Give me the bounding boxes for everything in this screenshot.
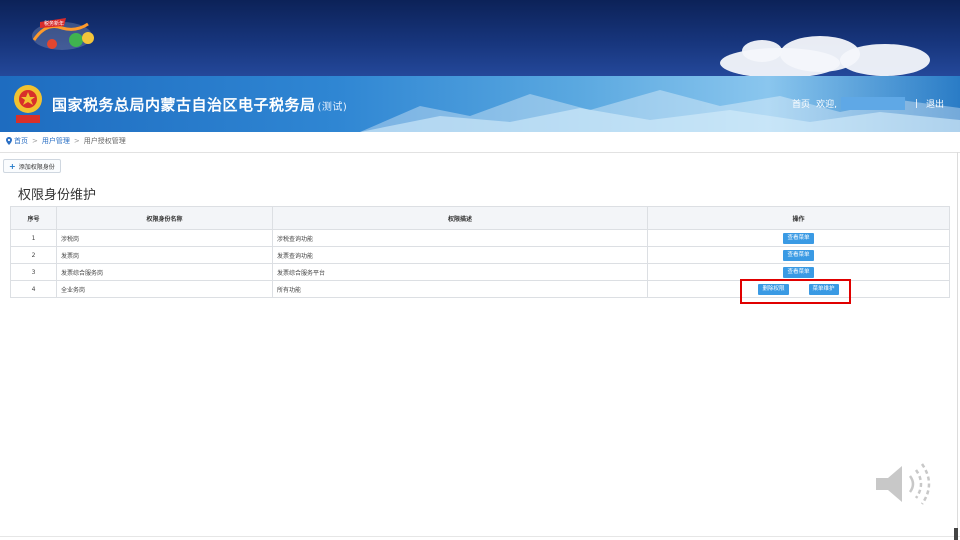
view-menu-button[interactable]: 查看菜单 [783, 232, 814, 244]
welcome-text: 欢迎, [816, 100, 837, 110]
row-desc: 发票查询功能 [272, 246, 648, 264]
row-name: 涉税岗 [56, 229, 273, 247]
row-no: 4 [10, 280, 57, 298]
role-table: 序号 权限身份名称 权限描述 操作 1 涉税岗 涉税查询功能 查看菜单 2 发票… [10, 206, 950, 298]
table-header-row: 序号 权限身份名称 权限描述 操作 [10, 206, 950, 230]
content-border [957, 152, 958, 536]
logout-link[interactable]: 退出 [926, 97, 944, 110]
user-area: 首页 欢迎, | 退出 [792, 97, 944, 110]
view-menu-button[interactable]: 查看菜单 [783, 249, 814, 261]
delete-permission-button[interactable]: 删除权限 [758, 283, 789, 295]
breadcrumb-current: 用户授权管理 [83, 137, 126, 145]
row-name: 发票岗 [56, 246, 273, 264]
row-action-cell: 删除权限 菜单维护 [647, 280, 950, 298]
site-title-suffix: (测试) [317, 102, 348, 113]
row-desc: 涉税查询功能 [272, 229, 648, 247]
row-no: 2 [10, 246, 57, 264]
table-row: 3 发票综合服务岗 发票综合服务平台 查看菜单 [10, 263, 950, 281]
scrollbar-thumb[interactable] [954, 528, 958, 540]
row-no: 1 [10, 229, 57, 247]
action-pair: 删除权限 菜单维护 [758, 283, 839, 295]
add-role-button[interactable]: + 添加权限身份 [3, 159, 61, 173]
speaker-icon[interactable] [872, 456, 936, 512]
row-desc: 发票综合服务平台 [272, 263, 648, 281]
row-action-cell: 查看菜单 [647, 229, 950, 247]
top-banner: 税务新年 [0, 0, 960, 78]
separator: | [914, 98, 918, 109]
tax-emblem-icon [14, 85, 42, 123]
breadcrumb-sep: > [32, 137, 38, 145]
view-menu-button[interactable]: 查看菜单 [783, 266, 814, 278]
section-title: 权限身份维护 [18, 188, 97, 203]
festival-logo-icon: 税务新年 [32, 18, 94, 50]
row-name: 发票综合服务岗 [56, 263, 273, 281]
row-action-cell: 查看菜单 [647, 263, 950, 281]
header-name: 权限身份名称 [56, 206, 273, 230]
table-row: 4 全业务岗 所有功能 删除权限 菜单维护 [10, 280, 950, 298]
breadcrumb-user-mgmt[interactable]: 用户管理 [42, 136, 70, 146]
page: 税务新年 国家税务总局内蒙古自治区电子税务局(测试) 首页 欢迎, | 退出 [0, 0, 960, 540]
row-action-cell: 查看菜单 [647, 246, 950, 264]
table-row: 2 发票岗 发票查询功能 查看菜单 [10, 246, 950, 264]
menu-maintenance-button[interactable]: 菜单维护 [808, 283, 839, 295]
plus-icon: + [9, 161, 16, 171]
row-desc: 所有功能 [272, 280, 648, 298]
username-redacted [840, 97, 905, 110]
breadcrumb-home[interactable]: 首页 [14, 136, 28, 146]
breadcrumb: 首页 > 用户管理 > 用户授权管理 [6, 136, 126, 146]
breadcrumb-sep: > [73, 137, 80, 145]
header-action: 操作 [647, 206, 950, 230]
home-link[interactable]: 首页 [792, 97, 810, 110]
site-title: 国家税务总局内蒙古自治区电子税务局 (测试) [52, 94, 347, 115]
header-desc: 权限描述 [272, 206, 648, 230]
svg-text:税务新年: 税务新年 [44, 20, 64, 27]
bottom-divider [0, 536, 960, 537]
row-no: 3 [10, 263, 57, 281]
add-role-label: 添加权限身份 [18, 163, 55, 171]
divider [0, 152, 960, 153]
header-band: 国家税务总局内蒙古自治区电子税务局 (测试) 首页 欢迎, | 退出 [0, 76, 960, 132]
table-row: 1 涉税岗 涉税查询功能 查看菜单 [10, 229, 950, 247]
row-name: 全业务岗 [56, 280, 273, 298]
location-pin-icon [6, 137, 12, 145]
header-no: 序号 [10, 206, 57, 230]
site-title-text: 国家税务总局内蒙古自治区电子税务局 [52, 96, 316, 114]
